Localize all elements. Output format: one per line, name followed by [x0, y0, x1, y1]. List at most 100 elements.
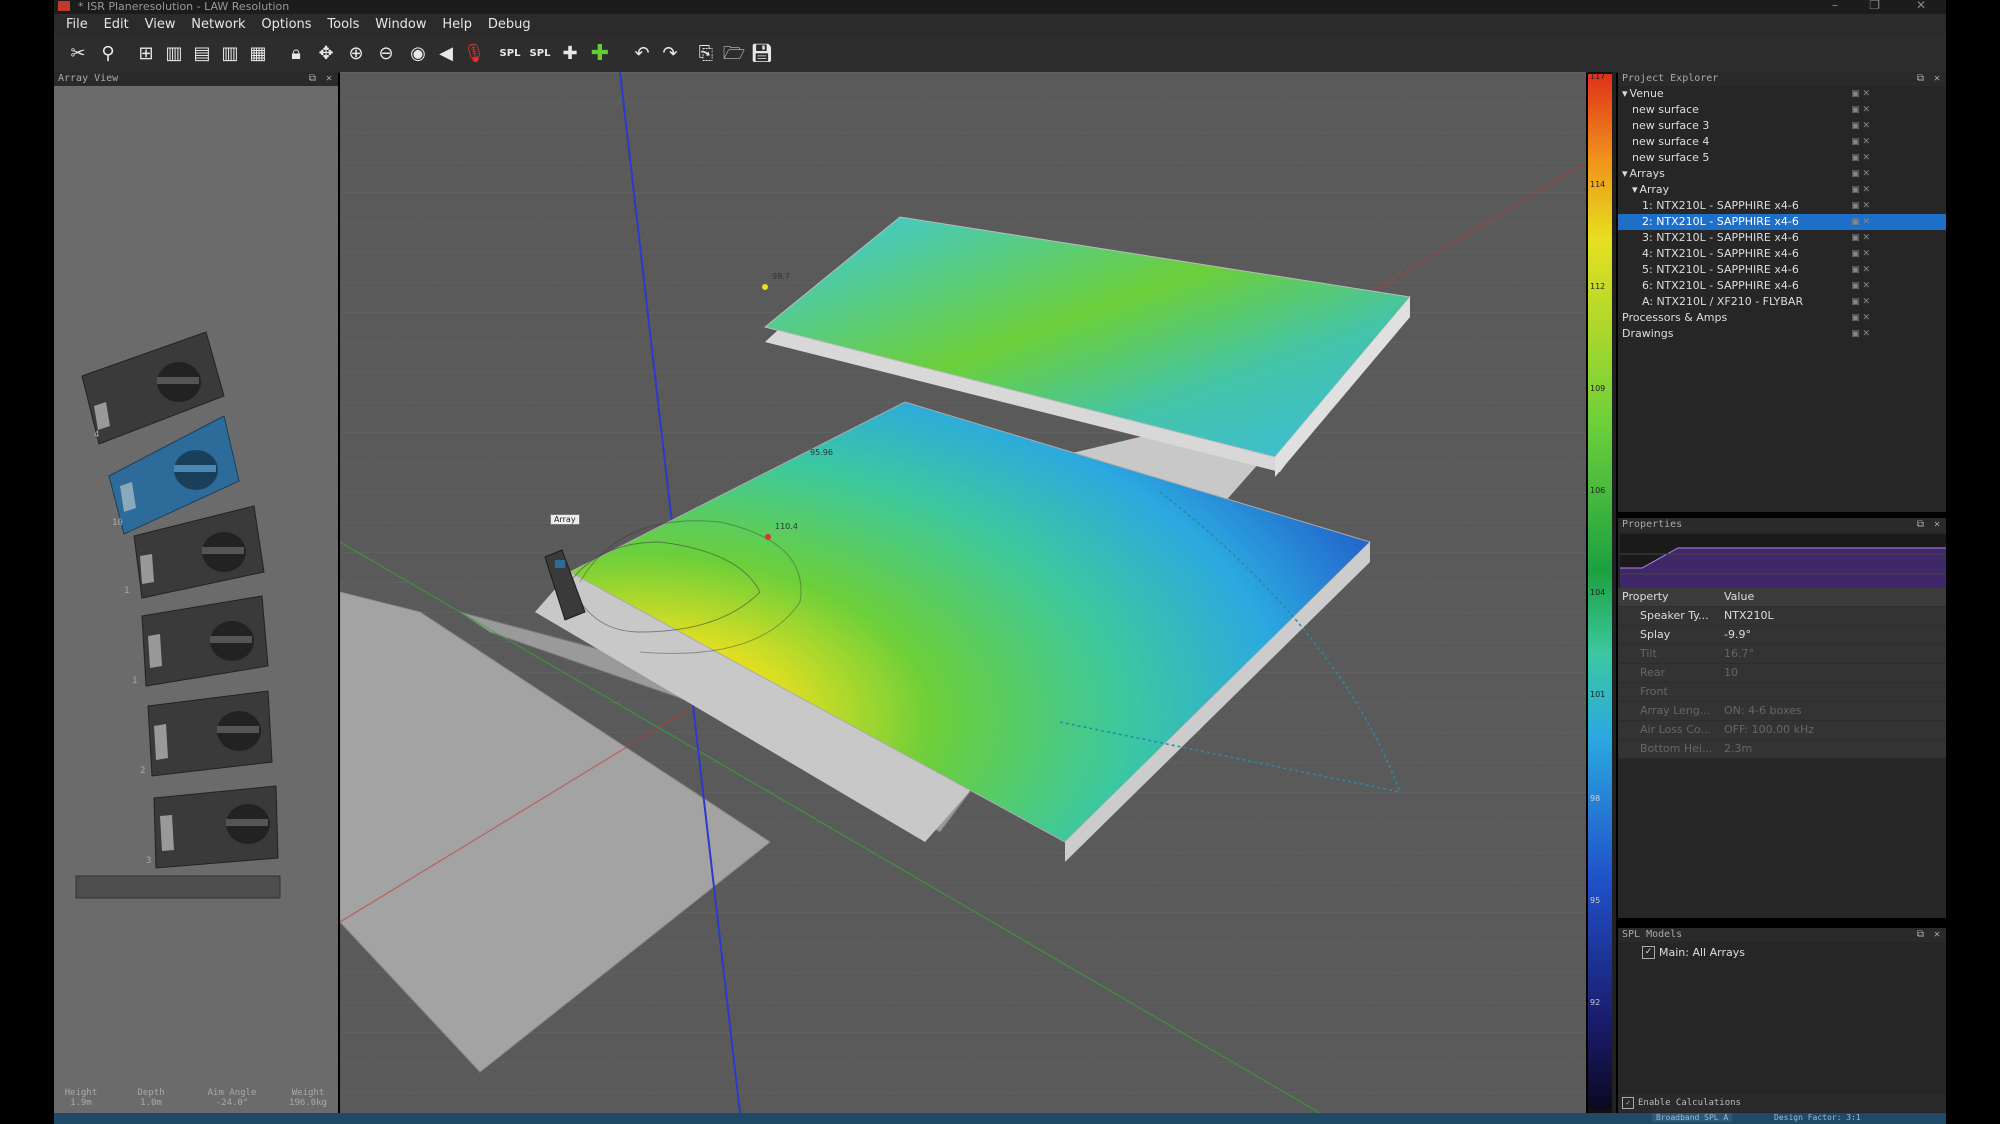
- tree-item[interactable]: 5: NTX210L - SAPPHIRE x4-6 ▣ ✕: [1618, 262, 1946, 278]
- property-value[interactable]: 2.3m: [1720, 740, 1946, 758]
- undo-icon[interactable]: ↶: [630, 42, 654, 66]
- item-actions-icon[interactable]: ▣ ✕: [1851, 86, 1870, 102]
- float-icon[interactable]: ⧉: [1917, 72, 1924, 86]
- property-row[interactable]: Rear 10: [1618, 664, 1946, 683]
- tree-item[interactable]: 4: NTX210L - SAPPHIRE x4-6 ▣ ✕: [1618, 246, 1946, 262]
- menu-debug[interactable]: Debug: [488, 14, 531, 36]
- close-panel-icon[interactable]: ✕: [1934, 518, 1940, 532]
- property-value[interactable]: [1720, 683, 1946, 701]
- property-value[interactable]: OFF: 100.00 kHz: [1720, 721, 1946, 739]
- close-panel-icon[interactable]: ✕: [1934, 928, 1940, 942]
- expand-icon[interactable]: ▾: [1622, 167, 1628, 180]
- restore-icon[interactable]: ❐: [1869, 0, 1880, 12]
- item-actions-icon[interactable]: ▣ ✕: [1851, 310, 1870, 326]
- bar-chart-3-icon[interactable]: ▦: [246, 42, 270, 66]
- enable-calc-checkbox[interactable]: ✓: [1622, 1097, 1634, 1109]
- property-value[interactable]: NTX210L: [1720, 607, 1946, 625]
- microphone-icon[interactable]: 🎙︎: [462, 42, 486, 66]
- item-actions-icon[interactable]: ▣ ✕: [1851, 166, 1870, 182]
- redo-icon[interactable]: ↷: [658, 42, 682, 66]
- tree-item[interactable]: ▾ Venue ▣ ✕: [1618, 86, 1946, 102]
- upper-marker[interactable]: [762, 284, 768, 290]
- float-icon[interactable]: ⧉: [1917, 518, 1924, 532]
- menu-edit[interactable]: Edit: [104, 14, 129, 36]
- lock-icon[interactable]: 🔒︎: [284, 42, 308, 66]
- item-actions-icon[interactable]: ▣ ✕: [1851, 246, 1870, 262]
- tree-item[interactable]: new surface 4 ▣ ✕: [1618, 134, 1946, 150]
- scene[interactable]: [340, 72, 1586, 1113]
- tree-item[interactable]: ▾ Arrays ▣ ✕: [1618, 166, 1946, 182]
- item-actions-icon[interactable]: ▣ ✕: [1851, 214, 1870, 230]
- item-actions-icon[interactable]: ▣ ✕: [1851, 118, 1870, 134]
- broadband-select[interactable]: Broadband SPL A: [1652, 1113, 1733, 1122]
- property-value[interactable]: -9.9°: [1720, 626, 1946, 644]
- add-source-icon[interactable]: ✚: [558, 42, 582, 66]
- speaker-box[interactable]: [147, 690, 273, 777]
- tree-item[interactable]: 1: NTX210L - SAPPHIRE x4-6 ▣ ✕: [1618, 198, 1946, 214]
- zoom-out-icon[interactable]: ⊖: [374, 42, 398, 66]
- tree-item[interactable]: 2: NTX210L - SAPPHIRE x4-6 ▣ ✕: [1618, 214, 1946, 230]
- property-value[interactable]: 16.7°: [1720, 645, 1946, 663]
- grid-icon[interactable]: ⊞: [134, 42, 158, 66]
- item-actions-icon[interactable]: ▣ ✕: [1851, 102, 1870, 118]
- item-actions-icon[interactable]: ▣ ✕: [1851, 182, 1870, 198]
- menu-window[interactable]: Window: [375, 14, 426, 36]
- property-row[interactable]: Front: [1618, 683, 1946, 702]
- menu-options[interactable]: Options: [261, 14, 311, 36]
- speaker-box[interactable]: [153, 785, 279, 869]
- close-panel-icon[interactable]: ✕: [326, 72, 332, 86]
- close-panel-icon[interactable]: ✕: [1934, 72, 1940, 86]
- menu-view[interactable]: View: [145, 14, 176, 36]
- import-icon[interactable]: ⎘: [694, 42, 718, 66]
- item-actions-icon[interactable]: ▣ ✕: [1851, 326, 1870, 342]
- property-row[interactable]: Speaker Ty... NTX210L: [1618, 607, 1946, 626]
- spl-map-icon[interactable]: SPL: [528, 42, 552, 66]
- lower-marker[interactable]: [765, 534, 771, 540]
- float-icon[interactable]: ⧉: [1917, 928, 1924, 942]
- tree-item[interactable]: A: NTX210L / XF210 - FLYBAR ▣ ✕: [1618, 294, 1946, 310]
- item-actions-icon[interactable]: ▣ ✕: [1851, 230, 1870, 246]
- property-row[interactable]: Array Leng... ON: 4-6 boxes: [1618, 702, 1946, 721]
- 3d-viewport[interactable]: Array 98.7 110.4 95.96: [340, 72, 1586, 1113]
- tree-item[interactable]: 6: NTX210L - SAPPHIRE x4-6 ▣ ✕: [1618, 278, 1946, 294]
- menu-tools[interactable]: Tools: [327, 14, 359, 36]
- array-tag[interactable]: Array: [550, 514, 580, 525]
- menu-file[interactable]: File: [66, 14, 88, 36]
- property-value[interactable]: ON: 4-6 boxes: [1720, 702, 1946, 720]
- property-value[interactable]: 10: [1720, 664, 1946, 682]
- menu-network[interactable]: Network: [191, 14, 245, 36]
- spl-model-item[interactable]: ✓ Main: All Arrays: [1618, 942, 1946, 959]
- property-row[interactable]: Air Loss Co... OFF: 100.00 kHz: [1618, 721, 1946, 740]
- float-icon[interactable]: ⧉: [309, 72, 316, 86]
- item-actions-icon[interactable]: ▣ ✕: [1851, 294, 1870, 310]
- checkbox[interactable]: ✓: [1642, 946, 1655, 959]
- save-icon[interactable]: 💾︎: [750, 42, 774, 66]
- close-icon[interactable]: ✕: [1916, 0, 1926, 12]
- bar-chart-icon[interactable]: ▥: [162, 42, 186, 66]
- item-actions-icon[interactable]: ▣ ✕: [1851, 262, 1870, 278]
- hierarchy-icon[interactable]: ⚲: [96, 42, 120, 66]
- spl-icon[interactable]: SPL: [498, 42, 522, 66]
- minimize-icon[interactable]: –: [1832, 0, 1838, 12]
- open-folder-icon[interactable]: 🗁︎: [722, 42, 746, 66]
- add-icon[interactable]: ✚: [588, 42, 612, 66]
- item-actions-icon[interactable]: ▣ ✕: [1851, 198, 1870, 214]
- tree-item[interactable]: new surface 5 ▣ ✕: [1618, 150, 1946, 166]
- item-actions-icon[interactable]: ▣ ✕: [1851, 134, 1870, 150]
- speaker-box[interactable]: [141, 595, 269, 687]
- expand-icon[interactable]: ▾: [1622, 87, 1628, 100]
- property-row[interactable]: Bottom Hei... 2.3m: [1618, 740, 1946, 759]
- chart-alt-icon[interactable]: ▤: [190, 42, 214, 66]
- zoom-in-icon[interactable]: ⊕: [344, 42, 368, 66]
- tree-item[interactable]: new surface 3 ▣ ✕: [1618, 118, 1946, 134]
- property-row[interactable]: Tilt 16.7°: [1618, 645, 1946, 664]
- move-icon[interactable]: ✥: [314, 42, 338, 66]
- speaker-icon[interactable]: ◀: [434, 42, 458, 66]
- tree-item[interactable]: new surface ▣ ✕: [1618, 102, 1946, 118]
- property-row[interactable]: Splay -9.9°: [1618, 626, 1946, 645]
- menu-help[interactable]: Help: [442, 14, 472, 36]
- tree-item[interactable]: Drawings ▣ ✕: [1618, 326, 1946, 342]
- tools-icon[interactable]: ✂: [66, 42, 90, 66]
- bar-chart-2-icon[interactable]: ▥: [218, 42, 242, 66]
- tree-item[interactable]: Processors & Amps ▣ ✕: [1618, 310, 1946, 326]
